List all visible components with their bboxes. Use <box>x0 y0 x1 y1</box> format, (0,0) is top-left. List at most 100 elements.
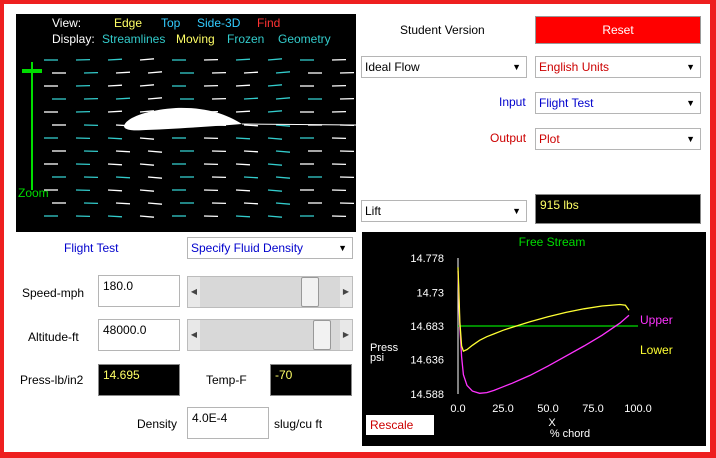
y-tick-label: 14.588 <box>410 389 444 401</box>
chevron-down-icon: ▼ <box>512 62 521 72</box>
version-label: Student Version <box>400 23 485 37</box>
pressure-plot[interactable]: Free Stream 14.778 14.73 14.683 14.636 14.588… <box>362 232 706 446</box>
chevron-right-icon[interactable]: ▶ <box>340 320 352 350</box>
units-select[interactable]: English Units ▼ <box>535 56 701 78</box>
streamline-streak <box>235 110 251 113</box>
altitude-value: 48000.0 <box>103 323 147 337</box>
zoom-label: Zoom <box>18 186 49 200</box>
app-panel: View: Edge Top Side-3D Find Display: Str… <box>4 4 710 452</box>
altitude-slider[interactable]: ◀ ▶ <box>187 319 353 351</box>
flow-type-select[interactable]: Ideal Flow ▼ <box>361 56 527 78</box>
y-axis-unit: psi <box>370 352 384 364</box>
streamline-streak <box>275 150 291 153</box>
output-select[interactable]: Plot ▼ <box>535 128 701 150</box>
streamline-streak <box>267 163 283 166</box>
density-field[interactable]: 4.0E-4 <box>187 407 269 439</box>
density-value: 4.0E-4 <box>192 411 228 425</box>
legend-upper: Upper <box>640 313 673 327</box>
streamline-streak <box>115 176 131 179</box>
chevron-down-icon: ▼ <box>338 243 347 253</box>
streamline-streak <box>235 189 251 192</box>
x-tick-label: 75.0 <box>582 403 603 415</box>
speed-field[interactable]: 180.0 <box>98 275 180 307</box>
streamline-streak <box>267 58 283 61</box>
result-output: 915 lbs <box>535 194 701 224</box>
fluid-mode-value: Specify Fluid Density <box>191 241 304 255</box>
input-value: Flight Test <box>539 96 594 110</box>
streamline-field <box>22 58 356 218</box>
streamline-streak <box>235 163 251 166</box>
speed-slider-thumb[interactable] <box>301 277 320 307</box>
chevron-left-icon[interactable]: ◀ <box>188 277 200 307</box>
streamline-streak <box>267 189 283 192</box>
input-label: Input <box>499 95 526 109</box>
rescale-button[interactable]: Rescale <box>366 415 434 435</box>
streamline-streak <box>115 97 131 100</box>
streamline-streak <box>107 84 123 87</box>
result-type-select[interactable]: Lift ▼ <box>361 200 527 222</box>
pressure-chart: Free Stream 14.778 14.73 14.683 14.636 14.588… <box>370 235 673 440</box>
y-tick-label: 14.73 <box>416 287 444 299</box>
altitude-slider-thumb[interactable] <box>313 320 332 350</box>
streamline-streak <box>275 124 291 127</box>
streamline-streak <box>147 71 163 74</box>
reset-button[interactable]: Reset <box>535 16 701 44</box>
streamline-streak <box>235 137 251 140</box>
altitude-field[interactable]: 48000.0 <box>98 319 180 351</box>
fluid-mode-select[interactable]: Specify Fluid Density ▼ <box>187 237 353 259</box>
streamline-streak <box>275 202 291 205</box>
streamline-streak <box>115 202 131 205</box>
chevron-down-icon: ▼ <box>686 98 695 108</box>
streamline-streak <box>275 97 291 100</box>
streamline-streak <box>243 202 259 205</box>
input-select[interactable]: Flight Test ▼ <box>535 92 701 114</box>
series-line-upper <box>457 270 630 394</box>
x-axis-unit: % chord <box>550 428 590 440</box>
streamline-streak <box>107 163 123 166</box>
chevron-left-icon[interactable]: ◀ <box>188 320 200 350</box>
speed-slider[interactable]: ◀ ▶ <box>187 276 353 308</box>
streamline-streak <box>107 215 123 218</box>
streamline-streak <box>243 150 259 153</box>
streamline-streak <box>267 137 283 140</box>
streamline-streak <box>139 58 155 61</box>
streamline-streak <box>139 84 155 87</box>
chart-title: Free Stream <box>519 235 586 249</box>
temperature-value: -70 <box>275 368 293 382</box>
result-type-value: Lift <box>365 204 382 218</box>
output-value: Plot <box>539 132 560 146</box>
wake-line <box>241 123 356 126</box>
streamline-streak <box>147 176 163 179</box>
streamline-streak <box>267 215 283 218</box>
streamline-streak <box>235 84 251 87</box>
mode-label: Flight Test <box>64 241 119 255</box>
chevron-down-icon: ▼ <box>512 206 521 216</box>
temperature-output: -70 <box>270 364 352 396</box>
streamline-streak <box>107 189 123 192</box>
flow-view[interactable]: View: Edge Top Side-3D Find Display: Str… <box>16 14 356 232</box>
streamline-streak <box>115 150 131 153</box>
result-value: 915 lbs <box>540 198 579 212</box>
zoom-slider-thumb <box>22 69 42 73</box>
streamline-streak <box>115 71 131 74</box>
streamline-streak <box>243 176 259 179</box>
y-tick-label: 14.636 <box>410 355 444 367</box>
chevron-right-icon[interactable]: ▶ <box>340 277 352 307</box>
streamline-streak <box>139 215 155 218</box>
legend-lower: Lower <box>640 343 673 357</box>
streamline-streak <box>139 163 155 166</box>
y-tick-label: 14.778 <box>410 253 444 265</box>
chevron-down-icon: ▼ <box>686 62 695 72</box>
streamline-streak <box>275 71 291 74</box>
series-line-lower <box>457 267 630 352</box>
streamline-streak <box>243 71 259 74</box>
streamline-streak <box>147 202 163 205</box>
chevron-down-icon: ▼ <box>686 134 695 144</box>
x-tick-label: 0.0 <box>450 403 465 415</box>
units-value: English Units <box>539 60 610 74</box>
output-label: Output <box>490 131 527 145</box>
streamline-streak <box>267 110 283 113</box>
streamline-streak <box>139 189 155 192</box>
speed-label: Speed-mph <box>22 286 85 300</box>
pressure-value: 14.695 <box>103 368 140 382</box>
